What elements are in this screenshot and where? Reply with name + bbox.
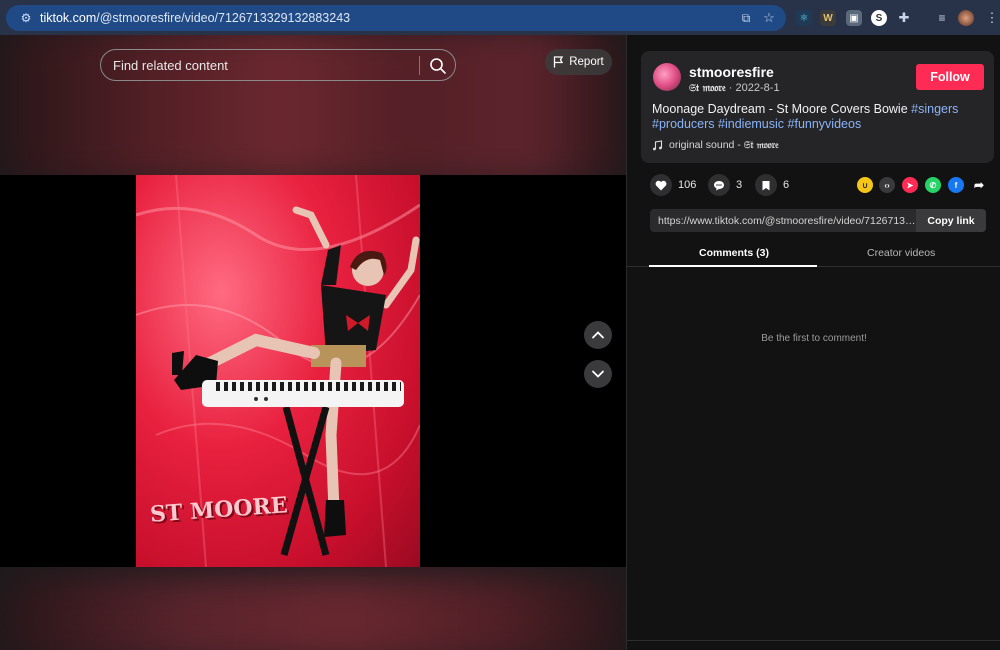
browser-toolbar: ⚙ tiktok.com/@stmooresfire/video/7126713… [0,0,1000,35]
username[interactable]: stmooresfire [689,64,774,80]
avatar[interactable] [653,63,681,91]
comment-count: 3 [736,179,743,191]
tab-comments[interactable]: Comments (3) [699,247,769,259]
chevron-down-icon [592,370,604,378]
sound-prefix: original sound - [669,139,741,151]
media-queue-icon[interactable]: ≡ [934,10,950,26]
music-note-icon [653,139,663,150]
address-bar[interactable]: ⚙ tiktok.com/@stmooresfire/video/7126713… [6,5,786,31]
browser-menu-icon[interactable]: ⋮ [984,10,1000,26]
video-player-area: ST MOORE Report [0,35,626,650]
hashtag-link[interactable]: #producers [652,117,715,131]
comment-stat[interactable]: 3 [708,174,742,196]
hashtag-link[interactable]: #funnyvideos [788,117,862,131]
share-arrow-icon[interactable]: ➦ [971,177,987,193]
comment-icon[interactable] [708,174,730,196]
site-settings-icon[interactable]: ⚙ [18,10,34,26]
send-message-icon[interactable]: ➤ [902,177,918,193]
sound-link[interactable]: original sound - 𝔖𝔱 𝔪𝔬𝔬𝔯𝔢 [652,139,779,151]
video-frame[interactable]: ST MOORE [136,175,420,567]
hashtag-link[interactable]: #indiemusic [718,117,784,131]
flag-icon [554,56,564,68]
react-devtools-icon[interactable]: ⚛ [796,10,812,26]
post-description: Moonage Daydream - St Moore Covers Bowie… [652,102,982,132]
extension-w-icon[interactable]: W [820,10,836,26]
tab-creator-videos[interactable]: Creator videos [867,247,935,259]
copy-link-button[interactable]: Copy link [916,209,986,232]
search-related-box[interactable] [100,49,456,81]
display-name: 𝔖𝔱 𝔪𝔬𝔬𝔯𝔢 [689,83,726,94]
bookmark-star-icon[interactable]: ☆ [761,10,777,26]
extensions-puzzle-icon[interactable]: ✚ [896,10,912,26]
facebook-icon[interactable]: f [948,177,964,193]
details-panel: stmooresfire 𝔖𝔱 𝔪𝔬𝔬𝔯𝔢 · 2022-8-1 Follow … [626,35,1000,650]
report-button[interactable]: Report [545,49,612,75]
active-tab-underline [649,265,817,267]
next-video-button[interactable] [584,360,612,388]
description-text: Moonage Daydream - St Moore Covers Bowie [652,102,908,116]
empty-comments-message: Be the first to comment! [761,333,867,344]
author-subline: 𝔖𝔱 𝔪𝔬𝔬𝔯𝔢 · 2022-8-1 [689,82,780,94]
panel-tabs: Comments (3) Creator videos [627,241,1000,267]
image-extension-icon[interactable]: ▣ [846,10,862,26]
search-icon[interactable] [429,57,447,75]
search-input[interactable] [113,57,413,73]
url-text[interactable]: tiktok.com/@stmooresfire/video/712671332… [40,11,350,25]
share-link-row: https://www.tiktok.com/@stmooresfire/vid… [650,209,986,232]
share-link-text[interactable]: https://www.tiktok.com/@stmooresfire/vid… [650,215,916,227]
comment-input-divider [627,640,1000,641]
like-stat[interactable]: 106 [650,174,696,196]
bookmark-icon[interactable] [755,174,777,196]
previous-video-button[interactable] [584,321,612,349]
extension-s-icon[interactable]: S [871,10,887,26]
blurred-background-bottom [0,575,626,650]
hashtag-link[interactable]: #singers [911,102,958,116]
report-label: Report [569,56,604,68]
sound-author: 𝔖𝔱 𝔪𝔬𝔬𝔯𝔢 [743,139,779,151]
share-friends-icon[interactable]: ∪ [857,177,873,193]
like-count: 106 [678,179,697,191]
post-info-card: stmooresfire 𝔖𝔱 𝔪𝔬𝔬𝔯𝔢 · 2022-8-1 Follow … [641,51,994,163]
chevron-up-icon [592,331,604,339]
open-in-window-icon[interactable]: ⧉ [738,10,754,26]
whatsapp-icon[interactable]: ✆ [925,177,941,193]
save-count: 6 [783,179,790,191]
embed-code-icon[interactable]: ‹› [879,177,895,193]
search-divider [419,56,420,75]
heart-icon[interactable] [650,174,672,196]
post-date: 2022-8-1 [735,82,780,94]
follow-button[interactable]: Follow [916,64,984,90]
save-stat[interactable]: 6 [755,174,789,196]
profile-avatar-icon[interactable] [958,10,974,26]
subline-separator: · [728,82,736,94]
